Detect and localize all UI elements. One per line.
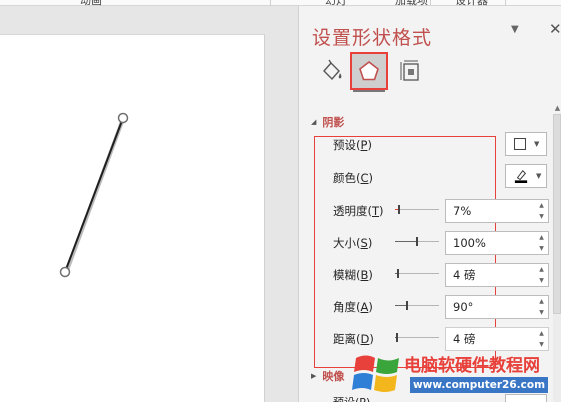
spin-down-arrow-icon[interactable]: ▼: [539, 213, 544, 220]
size-input[interactable]: 100% ▲ ▼: [445, 231, 549, 255]
slider-track: [395, 337, 439, 338]
shadow-preset-dropdown[interactable]: ▼: [505, 132, 547, 156]
transparency-slider[interactable]: [395, 203, 439, 217]
watermark: 电脑软硬件教程网 www.computer26.com: [352, 346, 561, 402]
spin-up-arrow-icon[interactable]: ▲: [539, 298, 544, 305]
reflection-section-header[interactable]: ▶ 映像: [311, 368, 344, 384]
size-slider[interactable]: [395, 235, 439, 249]
shadow-distance-label: 距离(D): [333, 332, 374, 346]
windows-logo-icon: [352, 355, 399, 392]
scrollbar-thumb[interactable]: [553, 114, 561, 314]
selected-tab-indicator: [353, 90, 385, 92]
spin-up-arrow-icon[interactable]: ▲: [539, 266, 544, 273]
collapsed-triangle-icon: ▶: [311, 372, 317, 380]
expanded-triangle-icon: ◢: [311, 118, 317, 126]
chevron-down-icon: ▼: [536, 172, 542, 180]
pane-options-chevron-icon[interactable]: ▼: [511, 24, 519, 35]
spin-up-arrow-icon[interactable]: ▲: [539, 330, 544, 337]
shadow-size-label: 大小(S): [333, 236, 373, 250]
blur-input[interactable]: 4 磅 ▲ ▼: [445, 263, 549, 287]
slider-fill: [395, 305, 406, 306]
slider-fill: [395, 241, 416, 242]
slide-canvas[interactable]: [0, 34, 265, 402]
slider-track: [395, 209, 439, 210]
selected-line-shape[interactable]: [0, 35, 265, 402]
slider-thumb[interactable]: [406, 301, 408, 310]
spin-down-arrow-icon[interactable]: ▼: [539, 245, 544, 252]
shadow-preset-label: 预设(P): [333, 138, 372, 152]
spin-up-arrow-icon[interactable]: ▲: [539, 234, 544, 241]
shadow-section-label: 阴影: [322, 116, 345, 129]
line-end-handle[interactable]: [59, 266, 71, 278]
pen-color-icon: [514, 170, 528, 183]
angle-slider[interactable]: [395, 299, 439, 313]
tab-effects[interactable]: [350, 52, 388, 90]
line-stroke: [64, 117, 124, 273]
tab-size-properties[interactable]: [391, 52, 429, 90]
watermark-title: 电脑软硬件教程网: [404, 356, 540, 376]
tab-fill-line[interactable]: [313, 52, 351, 90]
shadow-section-header[interactable]: ◢ 阴影: [311, 114, 344, 130]
slider-thumb[interactable]: [397, 269, 399, 278]
line-start-handle[interactable]: [117, 112, 129, 124]
distance-slider[interactable]: [395, 331, 439, 345]
format-shape-pane: 设置形状格式 ▼ ✕ ▲ ◢ 阴影 预设(P) ▼ 颜色(C) ▼ 透明度(T)…: [298, 6, 561, 402]
blur-slider[interactable]: [395, 267, 439, 281]
paint-bucket-icon: [323, 59, 342, 81]
transparency-input[interactable]: 7% ▲ ▼: [445, 199, 549, 223]
angle-input[interactable]: 90° ▲ ▼: [445, 295, 549, 319]
reflection-section-label: 映像: [322, 370, 345, 383]
slide-editing-area: [0, 6, 298, 402]
shadow-blur-label: 模糊(B): [333, 268, 373, 282]
shadow-transparency-label: 透明度(T): [333, 204, 384, 218]
pane-close-icon[interactable]: ✕: [549, 20, 561, 38]
slider-thumb[interactable]: [398, 205, 400, 214]
pentagon-icon: [359, 60, 379, 81]
watermark-url: www.computer26.com: [410, 377, 548, 393]
slider-thumb[interactable]: [416, 237, 418, 246]
size-layout-icon: [400, 60, 419, 81]
no-shadow-square-icon: [514, 138, 526, 150]
spin-down-arrow-icon[interactable]: ▼: [539, 309, 544, 316]
scroll-up-arrow-icon[interactable]: ▲: [553, 104, 561, 113]
slider-track: [395, 273, 439, 274]
shadow-color-button[interactable]: ▼: [505, 164, 547, 188]
spin-up-arrow-icon[interactable]: ▲: [539, 202, 544, 209]
shadow-angle-label: 角度(A): [333, 300, 373, 314]
chevron-down-icon: ▼: [534, 140, 540, 148]
pane-title: 设置形状格式: [312, 27, 433, 49]
shadow-color-label: 颜色(C): [333, 171, 374, 185]
slider-thumb[interactable]: [396, 333, 398, 342]
spin-down-arrow-icon[interactable]: ▼: [539, 277, 544, 284]
